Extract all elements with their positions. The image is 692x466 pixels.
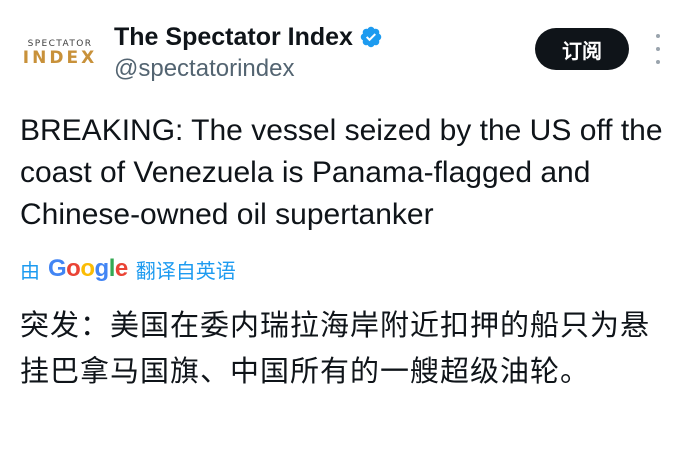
google-letter: o [80,255,95,282]
more-dot [656,34,660,38]
google-letter: e [114,255,128,282]
author-display-name[interactable]: The Spectator Index [114,20,353,54]
more-dot [656,47,660,51]
author-block: The Spectator Index @spectatorindex [114,20,383,84]
avatar-text-bottom: INDEX [22,47,98,68]
translation-suffix: 翻译自英语 [135,258,236,283]
tweet-text: BREAKING: The vessel seized by the US of… [20,114,663,231]
google-letter: g [94,255,110,282]
author-name-row: The Spectator Index [114,20,383,54]
more-dot [656,60,660,64]
more-options-icon[interactable] [648,34,668,64]
google-letter: o [66,255,81,282]
avatar-text-top: SPECTATOR [27,38,93,49]
translation-prefix: 由 [20,258,40,283]
author-handle[interactable]: @spectatorindex [114,54,383,84]
translated-tweet-text: 突发：美国在委内瑞拉海岸附近扣押的船只为悬挂巴拿马国旗、中国所有的一艘超级油轮。 [20,308,651,388]
subscribe-button[interactable]: 订阅 [535,28,629,70]
translation-attribution[interactable]: 由 Google 翻译自英语 [20,252,236,286]
google-letter: G [48,255,67,282]
google-logo: Google [48,255,128,283]
verified-badge-icon[interactable] [359,25,383,49]
tweet-header: SPECTATOR INDEX The Spectator Index @spe… [18,18,674,88]
avatar[interactable]: SPECTATOR INDEX [18,22,102,84]
